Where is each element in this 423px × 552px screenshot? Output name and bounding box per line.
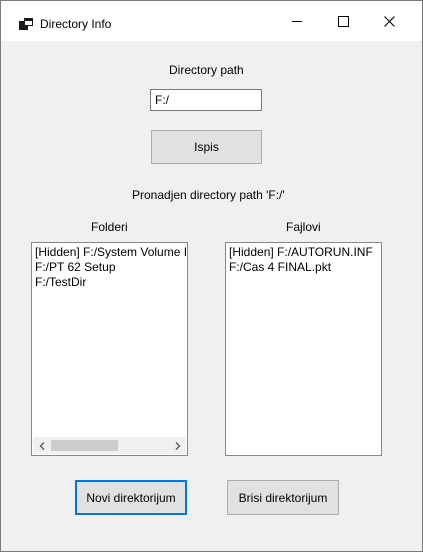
title-bar[interactable]: Directory Info xyxy=(1,1,422,41)
new-directory-button[interactable]: Novi direktorijum xyxy=(75,480,187,515)
scroll-left-button[interactable] xyxy=(33,437,50,454)
chevron-right-icon xyxy=(174,441,181,450)
directory-path-input[interactable]: F:/ xyxy=(150,89,262,111)
list-item[interactable]: [Hidden] F:/System Volume I xyxy=(35,245,187,260)
delete-directory-button[interactable]: Brisi direktorijum xyxy=(227,480,339,515)
close-button[interactable] xyxy=(366,1,412,41)
window-title: Directory Info xyxy=(40,17,112,31)
list-item[interactable]: F:/PT 62 Setup xyxy=(35,260,187,275)
scroll-right-button[interactable] xyxy=(169,437,186,454)
maximize-icon xyxy=(337,15,349,27)
chevron-left-icon xyxy=(38,441,45,450)
list-item[interactable]: F:/TestDir xyxy=(35,275,187,290)
directory-path-label: Directory path xyxy=(169,63,244,77)
close-icon xyxy=(383,15,395,27)
app-window-icon xyxy=(19,18,33,30)
files-listbox[interactable]: [Hidden] F:/AUTORUN.INF F:/Cas 4 FINAL.p… xyxy=(225,242,382,456)
status-message: Pronadjen directory path 'F:/' xyxy=(132,188,285,202)
scroll-thumb[interactable] xyxy=(51,440,118,451)
folders-header: Folderi xyxy=(91,220,128,234)
list-item[interactable]: [Hidden] F:/AUTORUN.INF xyxy=(229,245,373,260)
minimize-icon xyxy=(291,20,302,22)
ispis-button[interactable]: Ispis xyxy=(151,130,262,164)
main-window: Directory Info Directory path F:/ Ispis … xyxy=(0,0,423,552)
folders-listbox[interactable]: [Hidden] F:/System Volume I F:/PT 62 Set… xyxy=(31,242,188,456)
maximize-button[interactable] xyxy=(320,1,366,41)
list-item[interactable]: F:/Cas 4 FINAL.pkt xyxy=(229,260,373,275)
minimize-button[interactable] xyxy=(274,1,320,41)
files-header: Fajlovi xyxy=(286,220,321,234)
horizontal-scrollbar[interactable] xyxy=(33,437,186,454)
